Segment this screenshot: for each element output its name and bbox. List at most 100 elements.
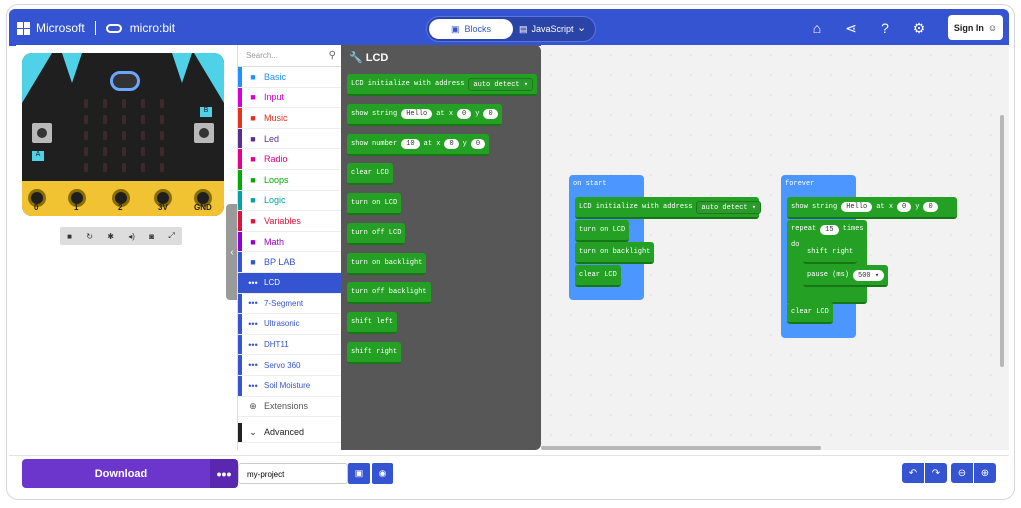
workspace[interactable]: on start LCD initialize with address auto… xyxy=(541,45,1009,450)
button-b[interactable] xyxy=(194,123,214,143)
flyout-block-lcd-initialize-with-address[interactable]: LCD initialize with address auto detect ▾ xyxy=(347,74,538,96)
flyout-block-show-number[interactable]: show number 10 at x0y0 xyxy=(347,134,490,156)
pause-block[interactable]: pause (ms) 500 ▾ xyxy=(803,265,889,287)
extensions-button[interactable]: ⊕ Extensions xyxy=(238,397,342,418)
turn-on-lcd-block[interactable]: turn on LCD xyxy=(575,220,630,242)
debug-icon[interactable]: ✱ xyxy=(107,232,114,241)
category-label: Math xyxy=(264,236,285,247)
led-pixel xyxy=(103,99,107,108)
download-button[interactable]: Download ••• xyxy=(22,459,238,488)
flyout-block-turn-on-backlight[interactable]: turn on backlight xyxy=(347,253,427,275)
toolbox-category-math[interactable]: ■ Math xyxy=(238,231,342,253)
shift-right-text: shift right xyxy=(807,248,854,256)
screenshot-icon[interactable]: ◙ xyxy=(149,232,154,241)
toolbox-search[interactable]: Search... ⚲ xyxy=(238,45,342,67)
toolbox-subcategory-ultrasonic[interactable]: ••• Ultrasonic xyxy=(238,314,342,335)
language-dropdown-icon[interactable]: ⌄ xyxy=(577,21,586,34)
help-icon[interactable]: ? xyxy=(876,21,894,35)
search-icon[interactable]: ⚲ xyxy=(329,50,336,61)
flyout-block-turn-off-backlight[interactable]: turn off backlight xyxy=(347,282,431,304)
category-label: Basic xyxy=(264,71,287,82)
restart-icon[interactable]: ↻ xyxy=(86,232,93,241)
flyout-block-turn-off-lcd[interactable]: turn off LCD xyxy=(347,223,406,245)
share-icon[interactable]: ⋖ xyxy=(842,21,860,35)
board-logo[interactable] xyxy=(110,71,140,91)
toolbox-category-logic[interactable]: ■ Logic xyxy=(238,190,342,212)
sign-in-button[interactable]: Sign In ☺ xyxy=(948,15,1003,40)
toolbox-subcategory-soil-moisture[interactable]: ••• Soil Moisture xyxy=(238,376,342,397)
toolbox-category-variables[interactable]: ■ Variables xyxy=(238,211,342,232)
y-input[interactable]: 0 xyxy=(483,109,498,119)
turn-on-backlight-text: turn on backlight xyxy=(579,248,651,256)
flyout-block-shift-right[interactable]: shift right xyxy=(347,342,402,364)
forever-label: forever xyxy=(785,180,815,188)
address-dropdown[interactable]: auto detect ▾ xyxy=(468,77,534,91)
fullscreen-icon[interactable]: ⤢ xyxy=(168,231,174,241)
javascript-tab[interactable]: ▤ JavaScript xyxy=(515,19,575,39)
zoom-out-icon[interactable]: ⊖ xyxy=(951,463,973,483)
lcd-init-block[interactable]: LCD initialize with address auto detect ▾ xyxy=(575,197,762,219)
save-icon[interactable]: ▣ xyxy=(348,463,370,484)
repeat-count-input[interactable]: 15 xyxy=(820,225,839,235)
led-pixel xyxy=(122,115,126,124)
show-string-block[interactable]: show string Hello at x 0 y 0 xyxy=(787,197,957,219)
on-start-label: on start xyxy=(573,180,607,188)
flyout-block-shift-left[interactable]: shift left xyxy=(347,312,398,334)
clear-lcd-block[interactable]: clear LCD xyxy=(787,302,833,324)
redo-icon[interactable]: ↷ xyxy=(925,463,947,483)
blocks-tab[interactable]: ▣ Blocks xyxy=(429,19,513,39)
category-color-bar xyxy=(238,190,242,211)
flyout-block-clear-lcd[interactable]: clear LCD xyxy=(347,163,393,185)
category-color-bar xyxy=(238,314,242,334)
flyout-block-show-string[interactable]: show string Hello at x0y0 xyxy=(347,104,502,126)
more-options-button[interactable]: ••• xyxy=(210,459,238,488)
workspace-horizontal-scrollbar[interactable] xyxy=(541,446,821,450)
string-input[interactable]: Hello xyxy=(841,202,873,212)
x-input[interactable]: 0 xyxy=(457,109,472,119)
github-icon[interactable]: ◉ xyxy=(372,463,393,484)
pause-dropdown[interactable]: 500 ▾ xyxy=(853,269,885,281)
home-icon[interactable]: ⌂ xyxy=(808,21,826,35)
advanced-button[interactable]: ⌄ Advanced xyxy=(238,422,342,444)
x-input[interactable]: 0 xyxy=(897,202,912,212)
clear-lcd-block[interactable]: clear LCD xyxy=(575,265,621,287)
toolbox-subcategory-7-segment[interactable]: ••• 7-Segment xyxy=(238,293,342,315)
button-a-label: A xyxy=(32,151,44,161)
block-text: show number xyxy=(351,140,398,148)
workspace-vertical-scrollbar[interactable] xyxy=(1000,115,1004,367)
toolbox-category-bp-lab[interactable]: ■ BP LAB xyxy=(238,252,342,273)
toolbox-category-led[interactable]: ■ Led xyxy=(238,128,342,150)
gear-icon[interactable]: ⚙ xyxy=(910,21,928,35)
microbit-board[interactable]: A B 0 1 2 3V GND xyxy=(22,53,224,216)
flyout-block-turn-on-lcd[interactable]: turn on LCD xyxy=(347,193,402,215)
value-input[interactable]: Hello xyxy=(401,109,433,119)
y-input[interactable]: 0 xyxy=(923,202,938,212)
search-input[interactable]: Search... xyxy=(246,51,278,60)
toolbox-category-radio[interactable]: ■ Radio xyxy=(238,149,342,170)
toolbox-subcategory-servo-360[interactable]: ••• Servo 360 xyxy=(238,355,342,376)
toolbox-subcategory-lcd[interactable]: ••• LCD xyxy=(238,273,342,294)
address-dropdown[interactable]: auto detect ▾ xyxy=(696,200,762,214)
stop-icon[interactable]: ■ xyxy=(67,232,72,241)
category-color-bar xyxy=(238,231,242,252)
button-a[interactable] xyxy=(32,123,52,143)
shift-right-block[interactable]: shift right xyxy=(803,242,858,264)
x-input[interactable]: 0 xyxy=(444,139,459,149)
mute-icon[interactable]: ◂) xyxy=(128,232,135,241)
subcategory-label: Ultrasonic xyxy=(264,319,300,329)
toolbox-category-loops[interactable]: ■ Loops xyxy=(238,170,342,191)
toolbox-category-input[interactable]: ■ Input xyxy=(238,87,342,109)
y-input[interactable]: 0 xyxy=(470,139,486,149)
turn-on-backlight-block[interactable]: turn on backlight xyxy=(575,242,655,264)
value-input[interactable]: 10 xyxy=(401,139,420,149)
toolbox-category-music[interactable]: ■ Music xyxy=(238,108,342,129)
blocks-icon: ▣ xyxy=(450,23,460,34)
at-x-label: at x xyxy=(436,110,454,118)
project-name-input[interactable]: my-project xyxy=(238,463,348,484)
undo-icon[interactable]: ↶ xyxy=(902,463,924,483)
zoom-in-icon[interactable]: ⊕ xyxy=(974,463,996,483)
toolbox-category-basic[interactable]: ■ Basic xyxy=(238,67,342,88)
dots-icon: ••• xyxy=(248,360,258,371)
toolbox-subcategory-dht11[interactable]: ••• DHT11 xyxy=(238,334,342,356)
microbit-label[interactable]: micro:bit xyxy=(130,21,175,35)
